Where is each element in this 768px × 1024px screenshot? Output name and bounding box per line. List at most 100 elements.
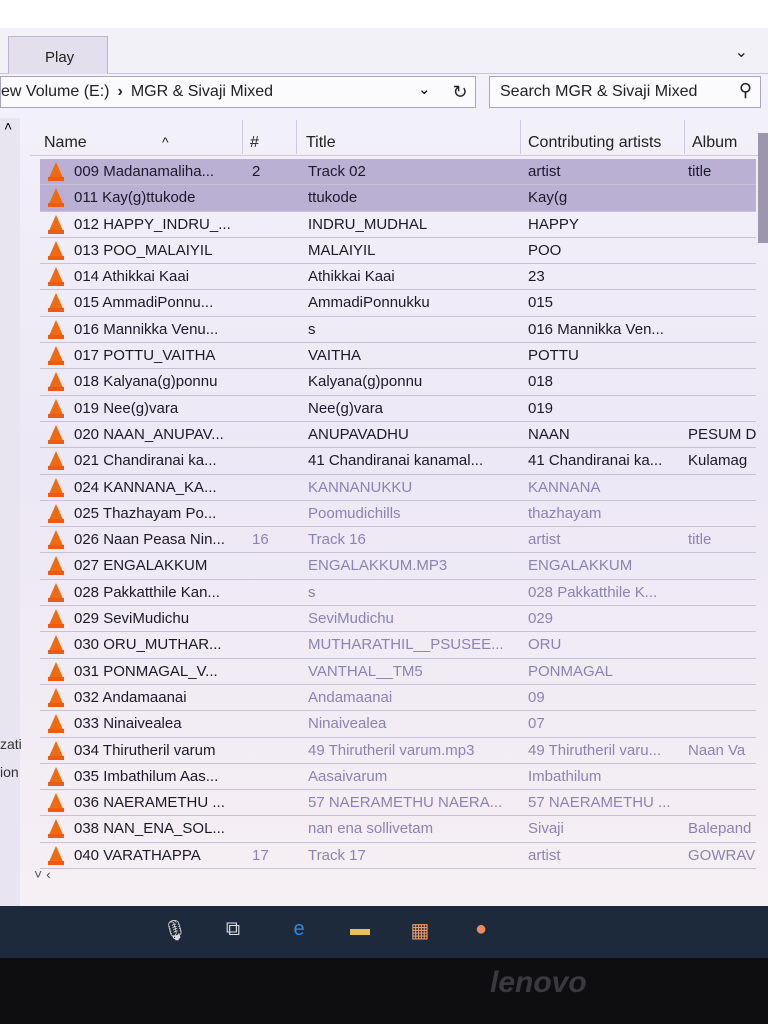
track-title: Track 17: [308, 846, 366, 864]
file-row[interactable]: 021 Chandiranai ka... 41 Chandiranai kan…: [40, 448, 756, 475]
edge-browser-icon[interactable]: e: [284, 918, 314, 946]
refresh-icon[interactable]: ↻: [446, 78, 474, 106]
scroll-left-icon[interactable]: ˅ ‹: [34, 866, 51, 882]
file-row[interactable]: 013 POO_MALAIYIL MALAIYIL POO: [40, 238, 756, 265]
column-header-title[interactable]: Title: [306, 134, 336, 152]
file-row[interactable]: 030 ORU_MUTHAR... MUTHARATHIL__PSUSEE...…: [40, 632, 756, 659]
file-name: 032 Andamaanai: [74, 688, 187, 706]
vlc-file-icon: [48, 556, 64, 576]
file-row[interactable]: 035 Imbathilum Aas... Aasaivarum Imbathi…: [40, 764, 756, 791]
contributing-artist: 23: [528, 268, 545, 286]
file-row[interactable]: 015 AmmadiPonnu... AmmadiPonnukku 015: [40, 290, 756, 317]
file-explorer-icon[interactable]: ▬: [345, 918, 375, 946]
track-number: 2: [252, 163, 261, 180]
file-name: 017 POTTU_VAITHA: [74, 347, 216, 365]
file-row[interactable]: 027 ENGALAKKUM ENGALAKKUM.MP3 ENGALAKKUM: [40, 553, 756, 580]
file-name: 014 Athikkai Kaai: [74, 268, 190, 286]
contributing-artist: PONMAGAL: [528, 662, 614, 680]
column-header-contributing-artists[interactable]: Contributing artists: [528, 134, 661, 152]
file-name: 026 Naan Peasa Nin...: [74, 531, 225, 549]
task-view-icon[interactable]: ⧉: [218, 918, 248, 946]
contributing-artist: 07: [528, 715, 545, 733]
file-row[interactable]: 012 HAPPY_INDRU_... INDRU_MUDHAL HAPPY: [40, 212, 756, 238]
file-row[interactable]: 014 Athikkai Kaai Athikkai Kaai 23: [40, 264, 756, 291]
column-header-number[interactable]: #: [250, 134, 259, 152]
vlc-file-icon: [48, 188, 64, 208]
search-placeholder: Search MGR & Sivaji Mixed: [500, 83, 698, 100]
store-icon[interactable]: ▦: [405, 918, 435, 946]
contributing-artist: 09: [528, 688, 545, 706]
nav-item[interactable]: ion: [0, 764, 19, 780]
track-title: Ninaivealea: [308, 715, 387, 733]
file-row[interactable]: 032 Andamaanai Andamaanai 09: [40, 685, 756, 712]
album: title: [688, 163, 712, 180]
file-row[interactable]: 038 NAN_ENA_SOL... nan ena sollivetam Si…: [40, 816, 756, 843]
vlc-file-icon: [48, 162, 64, 181]
vlc-file-icon: [48, 503, 64, 523]
column-header-name[interactable]: Name: [44, 134, 87, 152]
vlc-file-icon: [48, 740, 64, 760]
vlc-file-icon: [48, 267, 64, 287]
vertical-scrollbar[interactable]: [758, 133, 768, 243]
lenovo-logo: lenovo: [490, 966, 587, 999]
file-row[interactable]: 016 Mannikka Venu... s 016 Mannikka Ven.…: [40, 317, 756, 344]
search-input[interactable]: Search MGR & Sivaji Mixed ⚲: [489, 76, 761, 108]
file-row[interactable]: 009 Madanamaliha... 2 Track 02 artist ti…: [40, 159, 756, 186]
file-row[interactable]: 020 NAAN_ANUPAV... ANUPAVADHU NAAN PESUM…: [40, 422, 757, 449]
file-name: 036 NAERAMETHU ...: [74, 794, 225, 812]
nav-item[interactable]: zati: [0, 736, 22, 752]
tab-play[interactable]: Play: [8, 36, 108, 74]
track-title: AmmadiPonnukku: [308, 294, 430, 312]
microphone-icon[interactable]: 🎙: [160, 918, 190, 946]
vlc-file-icon: [48, 346, 64, 366]
vlc-file-icon: [48, 477, 64, 497]
file-row[interactable]: 025 Thazhayam Po... Poomudichills thazha…: [40, 501, 756, 528]
track-title: KANNANUKKU: [308, 478, 413, 496]
file-name: 033 Ninaivealea: [74, 715, 182, 733]
address-bar[interactable]: ew Volume (E:) › MGR & Sivaji Mixed: [0, 76, 476, 108]
file-row[interactable]: 034 Thirutheril varum 49 Thirutheril var…: [40, 738, 756, 764]
contributing-artist: 57 NAERAMETHU ...: [528, 794, 671, 812]
album: Balepand: [688, 820, 752, 838]
file-row[interactable]: 019 Nee(g)vara Nee(g)vara 019: [40, 396, 756, 422]
file-row[interactable]: 028 Pakkatthile Kan... s 028 Pakkatthile…: [40, 580, 756, 607]
track-title: Nee(g)vara: [308, 399, 384, 417]
file-name: 019 Nee(g)vara: [74, 399, 179, 417]
file-row[interactable]: 011 Kay(g)ttukode ttukode Kay(g: [40, 185, 756, 212]
file-row[interactable]: 029 SeviMudichu SeviMudichu 029: [40, 606, 756, 633]
contributing-artist: 49 Thirutheril varu...: [528, 741, 662, 759]
contributing-artist: Kay(g: [528, 189, 568, 207]
breadcrumb-drive[interactable]: ew Volume (E:): [1, 83, 109, 100]
address-dropdown-icon[interactable]: ⌄: [418, 80, 431, 98]
file-row[interactable]: 040 VARATHAPPA 17 Track 17 artist GOWRAV: [40, 843, 756, 870]
track-title: ANUPAVADHU: [308, 425, 409, 443]
file-row[interactable]: 036 NAERAMETHU ... 57 NAERAMETHU NAERA..…: [40, 790, 756, 817]
album: Kulamag: [688, 452, 748, 470]
album: PESUM D: [688, 425, 757, 443]
file-name: 029 SeviMudichu: [74, 610, 190, 628]
track-title: 41 Chandiranai kanamal...: [308, 452, 484, 470]
track-title: MALAIYIL: [308, 241, 376, 259]
contributing-artist: 028 Pakkatthile K...: [528, 583, 658, 601]
contributing-artist: POO: [528, 241, 562, 259]
track-number: 17: [252, 846, 269, 864]
ribbon-expand-chevron-icon[interactable]: ⌄: [735, 42, 748, 62]
file-row[interactable]: 031 PONMAGAL_V... VANTHAL__TM5 PONMAGAL: [40, 659, 756, 685]
vlc-file-icon: [48, 398, 64, 418]
column-header-album[interactable]: Album: [692, 134, 737, 152]
contributing-artist: ORU: [528, 636, 562, 654]
file-row[interactable]: 017 POTTU_VAITHA VAITHA POTTU: [40, 343, 756, 370]
file-row[interactable]: 033 Ninaivealea Ninaivealea 07: [40, 711, 756, 738]
track-title: ENGALAKKUM.MP3: [308, 557, 448, 575]
search-icon[interactable]: ⚲: [739, 80, 752, 101]
file-row[interactable]: 026 Naan Peasa Nin... 16 Track 16 artist…: [40, 527, 756, 554]
file-name: 015 AmmadiPonnu...: [74, 294, 214, 312]
track-title: VANTHAL__TM5: [308, 662, 423, 680]
navigation-pane: ˄: [0, 118, 20, 908]
file-row[interactable]: 024 KANNANA_KA... KANNANUKKU KANNANA: [40, 475, 756, 501]
firefox-icon[interactable]: ●: [466, 918, 496, 946]
contributing-artist: POTTU: [528, 347, 579, 365]
file-row[interactable]: 018 Kalyana(g)ponnu Kalyana(g)ponnu 018: [40, 369, 756, 396]
nav-scroll-up-icon[interactable]: ˄: [4, 118, 12, 134]
breadcrumb-folder[interactable]: MGR & Sivaji Mixed: [131, 83, 273, 100]
